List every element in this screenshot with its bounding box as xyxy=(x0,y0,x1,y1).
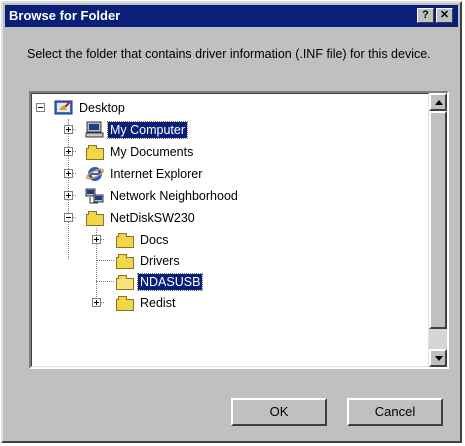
tree-item-network-neighborhood[interactable]: Network Neighborhood xyxy=(32,186,422,206)
tree-item-label: NDASUSB xyxy=(136,273,204,291)
collapse-toggle[interactable] xyxy=(36,103,45,112)
instruction-text: Select the folder that contains driver i… xyxy=(27,47,431,61)
tree-item-docs[interactable]: Docs xyxy=(32,230,422,250)
internet-explorer-icon xyxy=(85,165,105,183)
desktop-icon xyxy=(54,99,74,117)
tree-item-label: Network Neighborhood xyxy=(110,189,238,203)
title-bar[interactable]: Browse for Folder ? ✕ xyxy=(5,5,458,27)
documents-folder-icon xyxy=(85,143,105,161)
folder-icon xyxy=(115,231,135,249)
folder-open-icon xyxy=(115,273,135,291)
tree-item-drivers[interactable]: Drivers xyxy=(32,251,422,271)
tree-item-my-documents[interactable]: My Documents xyxy=(32,142,422,162)
folder-icon xyxy=(115,294,135,312)
tree-item-label: Docs xyxy=(140,233,169,247)
computer-icon xyxy=(85,121,105,139)
expand-toggle[interactable] xyxy=(64,125,73,134)
cancel-button[interactable]: Cancel xyxy=(347,398,443,426)
expand-toggle[interactable] xyxy=(92,235,101,244)
help-button[interactable]: ? xyxy=(417,8,434,23)
folder-icon xyxy=(85,209,105,227)
scroll-up-button[interactable] xyxy=(429,93,447,111)
tree-view-area[interactable]: Desktop My Computer My Documents Interne… xyxy=(31,93,429,367)
tree-item-label: NetDiskSW230 xyxy=(110,211,195,225)
ok-button[interactable]: OK xyxy=(231,398,327,426)
tree-item-internet-explorer[interactable]: Internet Explorer xyxy=(32,164,422,184)
tree-item-label: Desktop xyxy=(79,101,125,115)
tree-item-netdisksw230[interactable]: NetDiskSW230 xyxy=(32,208,422,228)
folder-icon xyxy=(115,252,135,270)
vertical-scrollbar[interactable] xyxy=(429,93,447,367)
expand-toggle[interactable] xyxy=(64,147,73,156)
scroll-thumb[interactable] xyxy=(429,111,447,329)
tree-item-label: My Computer xyxy=(106,121,189,139)
arrow-down-icon xyxy=(435,356,443,361)
browse-for-folder-dialog: Browse for Folder ? ✕ Select the folder … xyxy=(1,1,462,443)
expand-toggle[interactable] xyxy=(92,298,101,307)
expand-toggle[interactable] xyxy=(64,191,73,200)
tree-item-label: Internet Explorer xyxy=(110,167,203,181)
tree-item-my-computer[interactable]: My Computer xyxy=(32,120,422,140)
tree-item-label: Redist xyxy=(140,296,176,310)
tree-item-desktop[interactable]: Desktop xyxy=(32,98,422,118)
tree-item-label: Drivers xyxy=(140,254,180,268)
scroll-down-button[interactable] xyxy=(429,349,447,367)
expand-toggle[interactable] xyxy=(64,169,73,178)
tree-item-redist[interactable]: Redist xyxy=(32,293,422,313)
tree-item-label: My Documents xyxy=(110,145,194,159)
tree-item-ndasusb[interactable]: NDASUSB xyxy=(32,272,422,292)
collapse-toggle[interactable] xyxy=(64,213,73,222)
arrow-up-icon xyxy=(435,100,443,105)
window-title: Browse for Folder xyxy=(9,8,121,23)
network-icon xyxy=(85,187,105,205)
folder-tree[interactable]: Desktop My Computer My Documents Interne… xyxy=(29,91,449,369)
close-button[interactable]: ✕ xyxy=(436,8,453,23)
